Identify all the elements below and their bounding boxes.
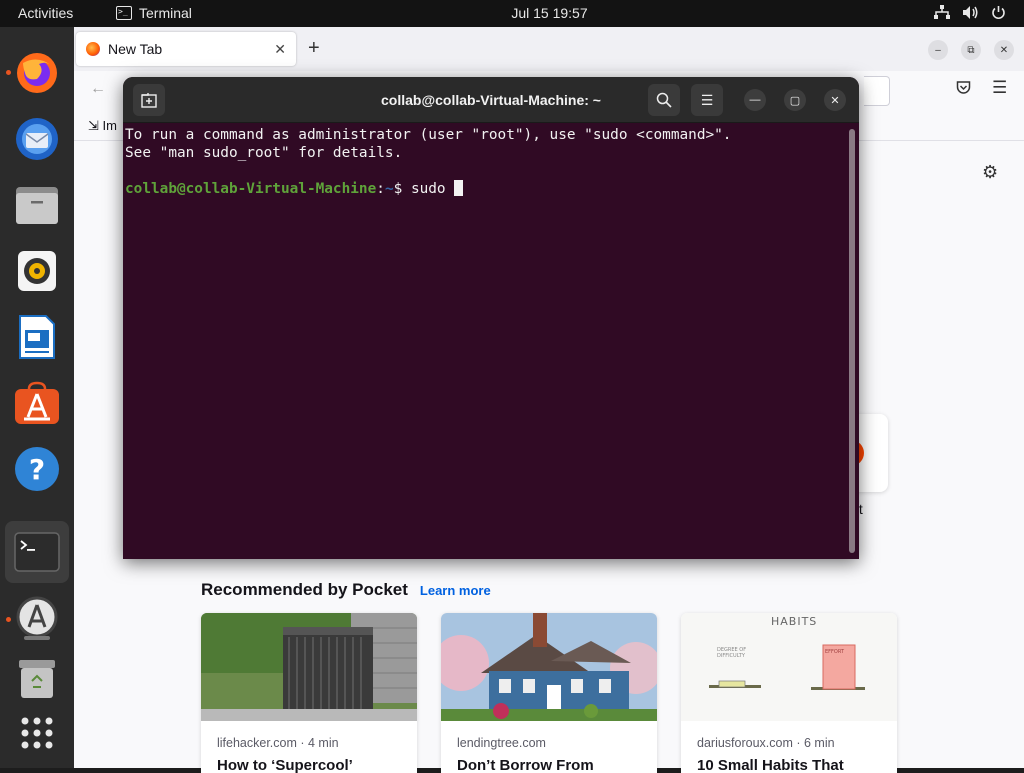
close-window-button[interactable]: ✕ [994,40,1014,60]
gear-icon[interactable]: ⚙ [982,162,998,183]
svg-text:EFFORT: EFFORT [825,649,845,655]
thunderbird-icon [16,118,58,160]
pocket-icon[interactable] [956,80,971,99]
network-icon [934,5,950,19]
dock-show-applications[interactable] [13,709,61,757]
import-bookmarks-label: Im [102,118,117,133]
firefox-favicon-icon [86,42,100,56]
hamburger-menu-icon[interactable]: ☰ [691,84,723,116]
dock-thunderbird[interactable] [13,115,61,163]
terminal-line: See "man sudo_root" for details. [125,145,403,161]
new-tab-button[interactable]: + [308,37,320,60]
app-grid-icon [21,717,53,749]
running-indicator [6,70,11,75]
dock-trash[interactable] [13,655,61,703]
terminal-line: To run a command as administrator (user … [125,127,732,143]
dock-rhythmbox[interactable] [13,247,61,295]
card-source: lendingtree.com [457,736,546,750]
hamburger-menu-icon[interactable]: ☰ [992,78,1007,98]
running-indicator [6,617,11,622]
close-button[interactable]: ✕ [824,89,846,111]
url-bar[interactable] [864,76,890,106]
terminal-header-bar[interactable]: collab@collab-Virtual-Machine: ~ ☰ — ▢ ✕ [123,77,859,123]
minimize-button[interactable]: ‒ [928,40,948,60]
svg-text:?: ? [29,453,45,486]
learn-more-link[interactable]: Learn more [420,583,491,598]
card-source: dariusforoux.com · 6 min [697,736,835,750]
prompt-path: ~ [384,181,394,197]
dock-help[interactable]: ? [13,445,61,493]
typed-command: sudo [410,181,455,197]
dock-terminal[interactable] [5,521,69,583]
import-bookmarks-item[interactable]: ⇲ Im [88,118,117,134]
restore-button[interactable]: ⧉ [961,40,981,60]
text-cursor [454,180,464,196]
pocket-header: Recommended by Pocket Learn more [201,580,491,600]
dock-firefox[interactable] [13,49,61,97]
pocket-card[interactable]: DEGREE OF DIFFICULTY EFFORT HABITS dariu… [681,613,897,773]
tab-new-tab[interactable]: New Tab ✕ [76,32,296,66]
pocket-card[interactable]: lendingtree.com Don’t Borrow From [441,613,657,773]
trash-icon [19,660,55,698]
pocket-card[interactable]: lifehacker.com · 4 min How to ‘Supercool… [201,613,417,773]
terminal-app-icon [14,532,60,572]
prompt-separator: : [376,181,385,197]
close-tab-icon[interactable]: ✕ [274,41,286,58]
card-headline: Don’t Borrow From [457,757,594,773]
maximize-button[interactable]: ▢ [784,89,806,111]
back-arrow-icon[interactable]: ← [90,80,106,98]
prompt-dollar: $ [393,181,411,197]
dock-libreoffice-writer[interactable] [13,313,61,361]
card-image [441,613,657,721]
power-icon [992,6,1005,20]
help-icon: ? [15,447,59,491]
svg-text:DIFFICULTY: DIFFICULTY [717,653,746,659]
tab-bar: New Tab ✕ + ‒ ⧉ ✕ [74,27,1024,71]
dock-software-updater[interactable] [13,595,61,643]
rhythmbox-icon [18,251,56,291]
dock-files[interactable] [13,181,61,229]
dock: ? [0,27,74,768]
volume-icon [963,6,978,19]
tab-title: New Tab [108,41,163,57]
clock[interactable]: Jul 15 19:57 [0,5,1024,21]
minimize-button[interactable]: — [744,89,766,111]
pocket-heading: Recommended by Pocket [201,580,408,599]
firefox-icon [17,53,57,93]
card-image [201,613,417,721]
updater-icon [16,596,58,640]
terminal-window[interactable]: collab@collab-Virtual-Machine: ~ ☰ — ▢ ✕… [123,77,859,559]
card-image: DEGREE OF DIFFICULTY EFFORT HABITS [681,613,897,721]
dock-ubuntu-software[interactable] [13,379,61,427]
card-headline: How to ‘Supercool’ [217,757,353,773]
top-bar: Activities >_ Terminal Jul 15 19:57 [0,0,1024,27]
writer-icon [19,315,55,359]
card-image-title: HABITS [771,615,818,628]
card-source: lifehacker.com · 4 min [217,736,339,750]
files-icon [16,187,58,224]
terminal-output[interactable]: To run a command as administrator (user … [125,126,847,556]
terminal-scrollbar[interactable] [849,129,855,553]
software-store-icon [15,381,59,424]
prompt-user-host: collab@collab-Virtual-Machine [125,181,377,197]
search-icon[interactable] [648,84,680,116]
system-tray[interactable] [934,5,1006,20]
card-headline: 10 Small Habits That [697,757,844,773]
